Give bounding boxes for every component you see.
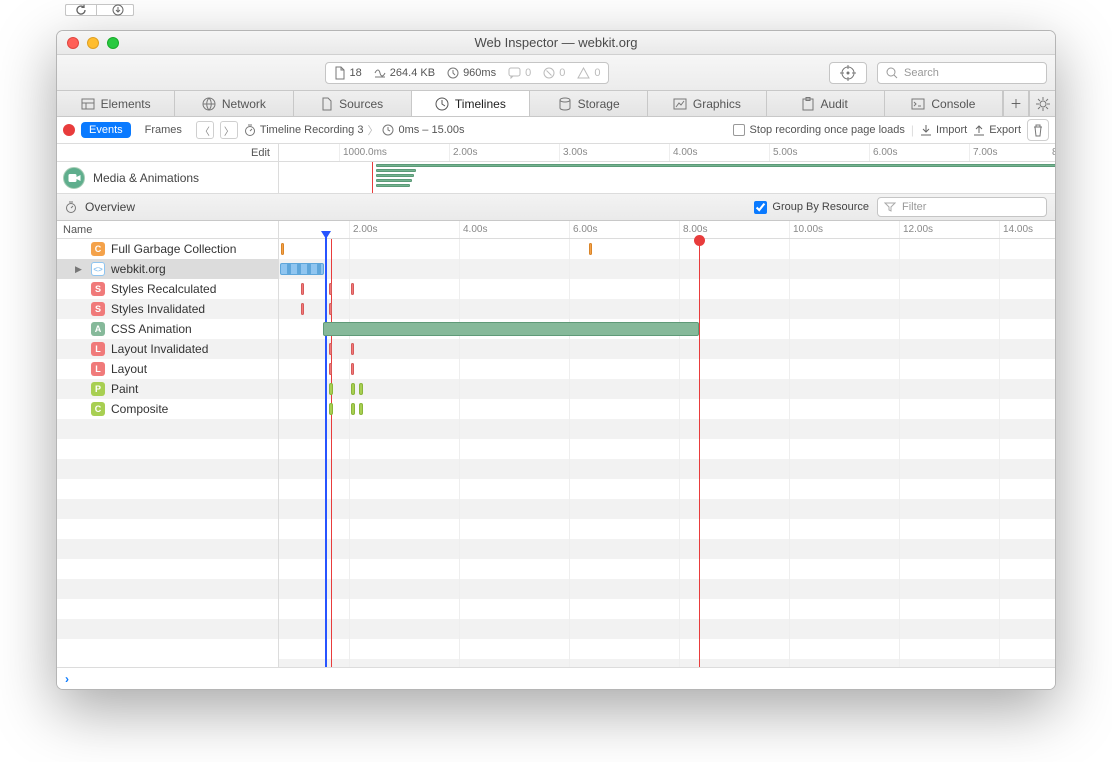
media-track[interactable] bbox=[279, 162, 1055, 193]
timeline-row[interactable]: A CSS Animation bbox=[57, 319, 278, 339]
filter-input[interactable]: Filter bbox=[877, 197, 1047, 217]
type-badge: C bbox=[91, 402, 105, 416]
nav-back-button[interactable]: 〈 bbox=[196, 121, 214, 139]
overview-bar: Overview Group By Resource Filter bbox=[57, 194, 1055, 221]
type-badge: P bbox=[91, 382, 105, 396]
inspect-element-button[interactable] bbox=[829, 62, 867, 84]
tab-settings-button[interactable] bbox=[1029, 91, 1055, 116]
timeline-body[interactable] bbox=[279, 239, 1055, 667]
search-icon bbox=[886, 67, 898, 79]
toolbar: 18 264.4 KB 960ms 0 0 0 Search bbox=[57, 55, 1055, 91]
type-badge: S bbox=[91, 282, 105, 296]
empty-row bbox=[57, 419, 278, 439]
tab-strip: Elements Network Sources Timelines Stora… bbox=[57, 91, 1055, 117]
timeline-row[interactable]: ▶ <> webkit.org bbox=[57, 259, 278, 279]
timeline-row[interactable]: L Layout bbox=[57, 359, 278, 379]
type-badge: L bbox=[91, 342, 105, 356]
close-window-button[interactable] bbox=[67, 37, 79, 49]
errors-count: 0 bbox=[559, 67, 565, 79]
empty-row bbox=[57, 579, 278, 599]
tab-sources[interactable]: Sources bbox=[294, 91, 412, 116]
row-label: Layout bbox=[111, 362, 147, 376]
playhead-line bbox=[372, 162, 373, 193]
frames-mode[interactable]: Frames bbox=[137, 122, 190, 138]
breadcrumb[interactable]: Timeline Recording 3 〉 0ms – 15.00s bbox=[244, 122, 465, 138]
stop-on-load-checkbox[interactable]: Stop recording once page loads bbox=[733, 124, 905, 136]
search-field[interactable]: Search bbox=[877, 62, 1047, 84]
stopwatch-icon bbox=[244, 124, 256, 136]
warnings-count: 0 bbox=[594, 67, 600, 79]
tab-graphics[interactable]: Graphics bbox=[648, 91, 766, 116]
row-label: Layout Invalidated bbox=[111, 342, 208, 356]
empty-row bbox=[57, 539, 278, 559]
tab-storage[interactable]: Storage bbox=[530, 91, 648, 116]
timeline-row[interactable]: C Composite bbox=[57, 399, 278, 419]
timeline-column: 2.00s4.00s6.00s8.00s10.00s12.00s14.00s bbox=[279, 221, 1055, 667]
type-badge: L bbox=[91, 362, 105, 376]
row-label: Full Garbage Collection bbox=[111, 242, 236, 256]
row-label: Styles Recalculated bbox=[111, 282, 216, 296]
row-label: CSS Animation bbox=[111, 322, 192, 336]
tab-audit[interactable]: Audit bbox=[767, 91, 885, 116]
empty-row bbox=[57, 599, 278, 619]
row-label: webkit.org bbox=[111, 262, 166, 276]
timeline-row[interactable]: S Styles Invalidated bbox=[57, 299, 278, 319]
type-badge: S bbox=[91, 302, 105, 316]
edit-button[interactable]: Edit bbox=[57, 144, 279, 162]
tab-elements[interactable]: Elements bbox=[57, 91, 175, 116]
empty-row bbox=[57, 619, 278, 639]
empty-row bbox=[57, 479, 278, 499]
timeline-row[interactable]: P Paint bbox=[57, 379, 278, 399]
row-label: Styles Invalidated bbox=[111, 302, 205, 316]
overview-ruler[interactable]: Edit 1000.0ms 2.00s 3.00s 4.00s 5.00s 6.… bbox=[57, 144, 1055, 162]
add-tab-button[interactable]: ＋ bbox=[1003, 91, 1029, 116]
nav-forward-button[interactable]: 〉 bbox=[220, 121, 238, 139]
row-label: Composite bbox=[111, 402, 168, 416]
minimize-window-button[interactable] bbox=[87, 37, 99, 49]
timeline-row[interactable]: S Styles Recalculated bbox=[57, 279, 278, 299]
row-label: Paint bbox=[111, 382, 138, 396]
overview-title: Overview bbox=[85, 200, 135, 214]
clear-button[interactable] bbox=[1027, 119, 1049, 141]
group-by-resource-checkbox[interactable]: Group By Resource bbox=[754, 201, 869, 214]
stats-pill: 18 264.4 KB 960ms 0 0 0 bbox=[325, 62, 610, 84]
empty-row bbox=[57, 499, 278, 519]
tab-console[interactable]: Console bbox=[885, 91, 1003, 116]
tab-timelines[interactable]: Timelines bbox=[412, 91, 530, 116]
disclosure-triangle[interactable]: ▶ bbox=[75, 264, 85, 275]
console-prompt[interactable]: › bbox=[57, 667, 1055, 689]
type-badge: A bbox=[91, 322, 105, 336]
media-animations-row[interactable]: Media & Animations bbox=[57, 162, 1055, 194]
timeline-filter-bar: Events Frames 〈 〉 Timeline Recording 3 〉… bbox=[57, 117, 1055, 144]
timeline-row[interactable]: L Layout Invalidated bbox=[57, 339, 278, 359]
record-button[interactable] bbox=[63, 124, 75, 136]
timeline-header[interactable]: 2.00s4.00s6.00s8.00s10.00s12.00s14.00s bbox=[279, 221, 1055, 239]
media-icon bbox=[63, 167, 85, 189]
name-header[interactable]: Name bbox=[57, 221, 278, 239]
zoom-window-button[interactable] bbox=[107, 37, 119, 49]
load-time: 960ms bbox=[463, 67, 496, 79]
stopwatch-icon bbox=[65, 201, 77, 213]
filter-icon bbox=[884, 202, 896, 212]
window-titlebar: Web Inspector — webkit.org bbox=[57, 31, 1055, 55]
name-column: Name C Full Garbage Collection ▶ <> webkit.o… bbox=[57, 221, 279, 667]
resources-count: 18 bbox=[350, 67, 362, 79]
empty-row bbox=[57, 519, 278, 539]
type-badge: C bbox=[91, 242, 105, 256]
type-badge: <> bbox=[91, 262, 105, 276]
empty-row bbox=[57, 459, 278, 479]
events-mode[interactable]: Events bbox=[81, 122, 131, 138]
import-button[interactable]: Import bbox=[920, 124, 967, 136]
clock-icon bbox=[382, 124, 394, 136]
empty-row bbox=[57, 559, 278, 579]
transfer-size: 264.4 KB bbox=[390, 67, 435, 79]
window-title: Web Inspector — webkit.org bbox=[57, 35, 1055, 50]
empty-row bbox=[57, 439, 278, 459]
messages-count: 0 bbox=[525, 67, 531, 79]
tab-network[interactable]: Network bbox=[175, 91, 293, 116]
export-button[interactable]: Export bbox=[973, 124, 1021, 136]
timeline-row[interactable]: C Full Garbage Collection bbox=[57, 239, 278, 259]
